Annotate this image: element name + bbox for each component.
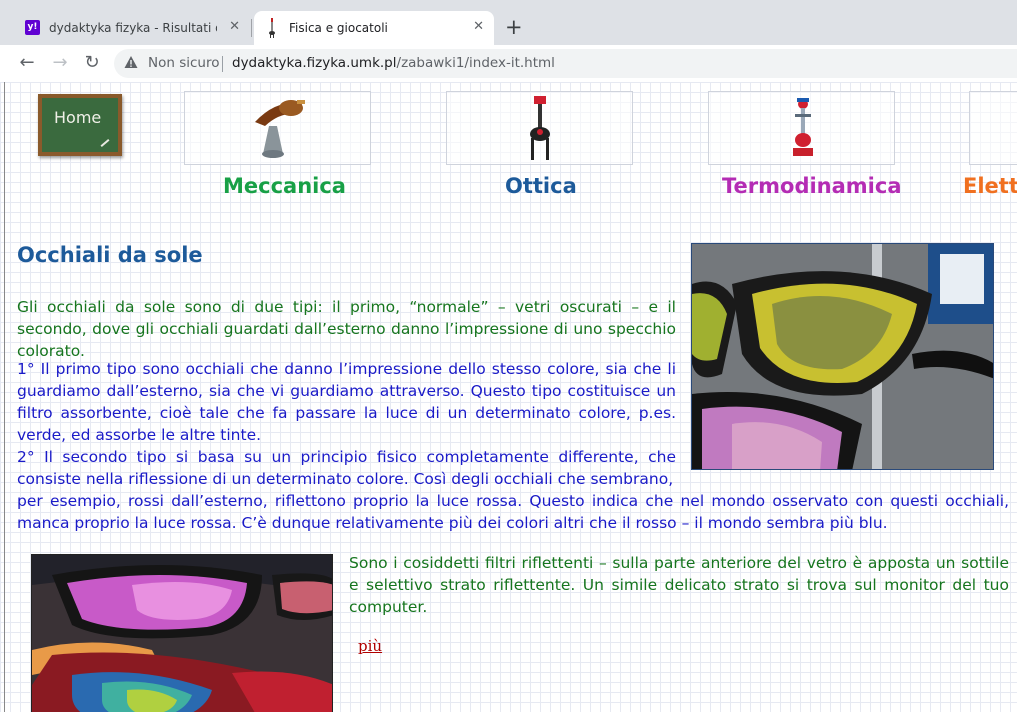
mechanics-toy-icon — [255, 100, 305, 158]
tab-fisica-giocatoli[interactable]: Fisica e giocatoli ✕ — [254, 11, 494, 45]
forward-arrow-icon[interactable]: → — [49, 52, 71, 74]
chalk-icon — [100, 139, 110, 147]
nav-meccanica-image[interactable] — [184, 91, 371, 165]
nav-ottica[interactable]: Ottica — [505, 174, 577, 198]
url-text[interactable]: dydaktyka.fizyka.umk.pl/zabawki1/index-i… — [232, 55, 555, 71]
tab-title: dydaktyka fizyka - Risultati di Yah — [49, 21, 217, 35]
tab-title: Fisica e giocatoli — [289, 21, 388, 35]
tab-yahoo-search[interactable]: y! dydaktyka fizyka - Risultati di Yah ✕ — [16, 11, 250, 45]
type2-paragraph: 2° Il secondo tipo si basa su un princip… — [17, 448, 676, 488]
type1-paragraph: 1° Il primo tipo sono occhiali che danno… — [17, 360, 676, 444]
close-icon[interactable]: ✕ — [473, 19, 484, 34]
new-tab-button[interactable]: + — [505, 15, 523, 39]
page-content: Home Meccanica Ottica Termodinamica Elet… — [0, 82, 1017, 712]
url-host: dydaktyka.fizyka.umk.pl — [232, 55, 397, 71]
home-label: Home — [54, 108, 102, 127]
yahoo-icon: y! — [25, 20, 40, 35]
optics-toy-icon — [530, 96, 550, 160]
nav-elettricita-image[interactable] — [969, 91, 1017, 165]
toy-icon — [269, 18, 275, 38]
tab-strip: y! dydaktyka fizyka - Risultati di Yah ✕… — [0, 0, 1017, 45]
warning-icon[interactable] — [124, 55, 138, 69]
security-label[interactable]: Non sicuro — [148, 55, 219, 71]
nav-ottica-image[interactable] — [446, 91, 633, 165]
nav-elettricita[interactable]: Elett — [963, 174, 1017, 198]
nav-termodinamica-image[interactable] — [708, 91, 895, 165]
nav-termodinamica[interactable]: Termodinamica — [722, 174, 902, 198]
drinking-bird-icon — [793, 98, 813, 156]
url-path: /zabawki1/index-it.html — [396, 55, 555, 71]
frame-border — [4, 82, 5, 712]
sunglasses-photo — [691, 243, 994, 470]
type2-continued-paragraph: per esempio, rossi dall’esterno, riflett… — [17, 492, 1009, 532]
tab-separator — [251, 19, 252, 37]
page-title: Occhiali da sole — [17, 243, 203, 267]
back-arrow-icon[interactable]: ← — [16, 52, 38, 74]
close-icon[interactable]: ✕ — [229, 19, 240, 34]
nav-meccanica[interactable]: Meccanica — [223, 174, 346, 198]
home-button[interactable]: Home — [38, 94, 122, 156]
filter-paragraph: Sono i cosiddetti filtri riflettenti – s… — [349, 554, 1009, 616]
reflective-sunglasses-photo — [31, 554, 333, 712]
address-bar[interactable]: Non sicuro dydaktyka.fizyka.umk.pl/zabaw… — [114, 49, 1017, 78]
reload-icon[interactable]: ↻ — [81, 52, 103, 74]
browser-toolbar: ← → ↻ Non sicuro dydaktyka.fizyka.umk.pl… — [0, 45, 1017, 83]
omnibox-separator — [222, 56, 223, 72]
more-link[interactable]: più — [358, 637, 382, 655]
intro-paragraph: Gli occhiali da sole sono di due tipi: i… — [17, 298, 676, 360]
